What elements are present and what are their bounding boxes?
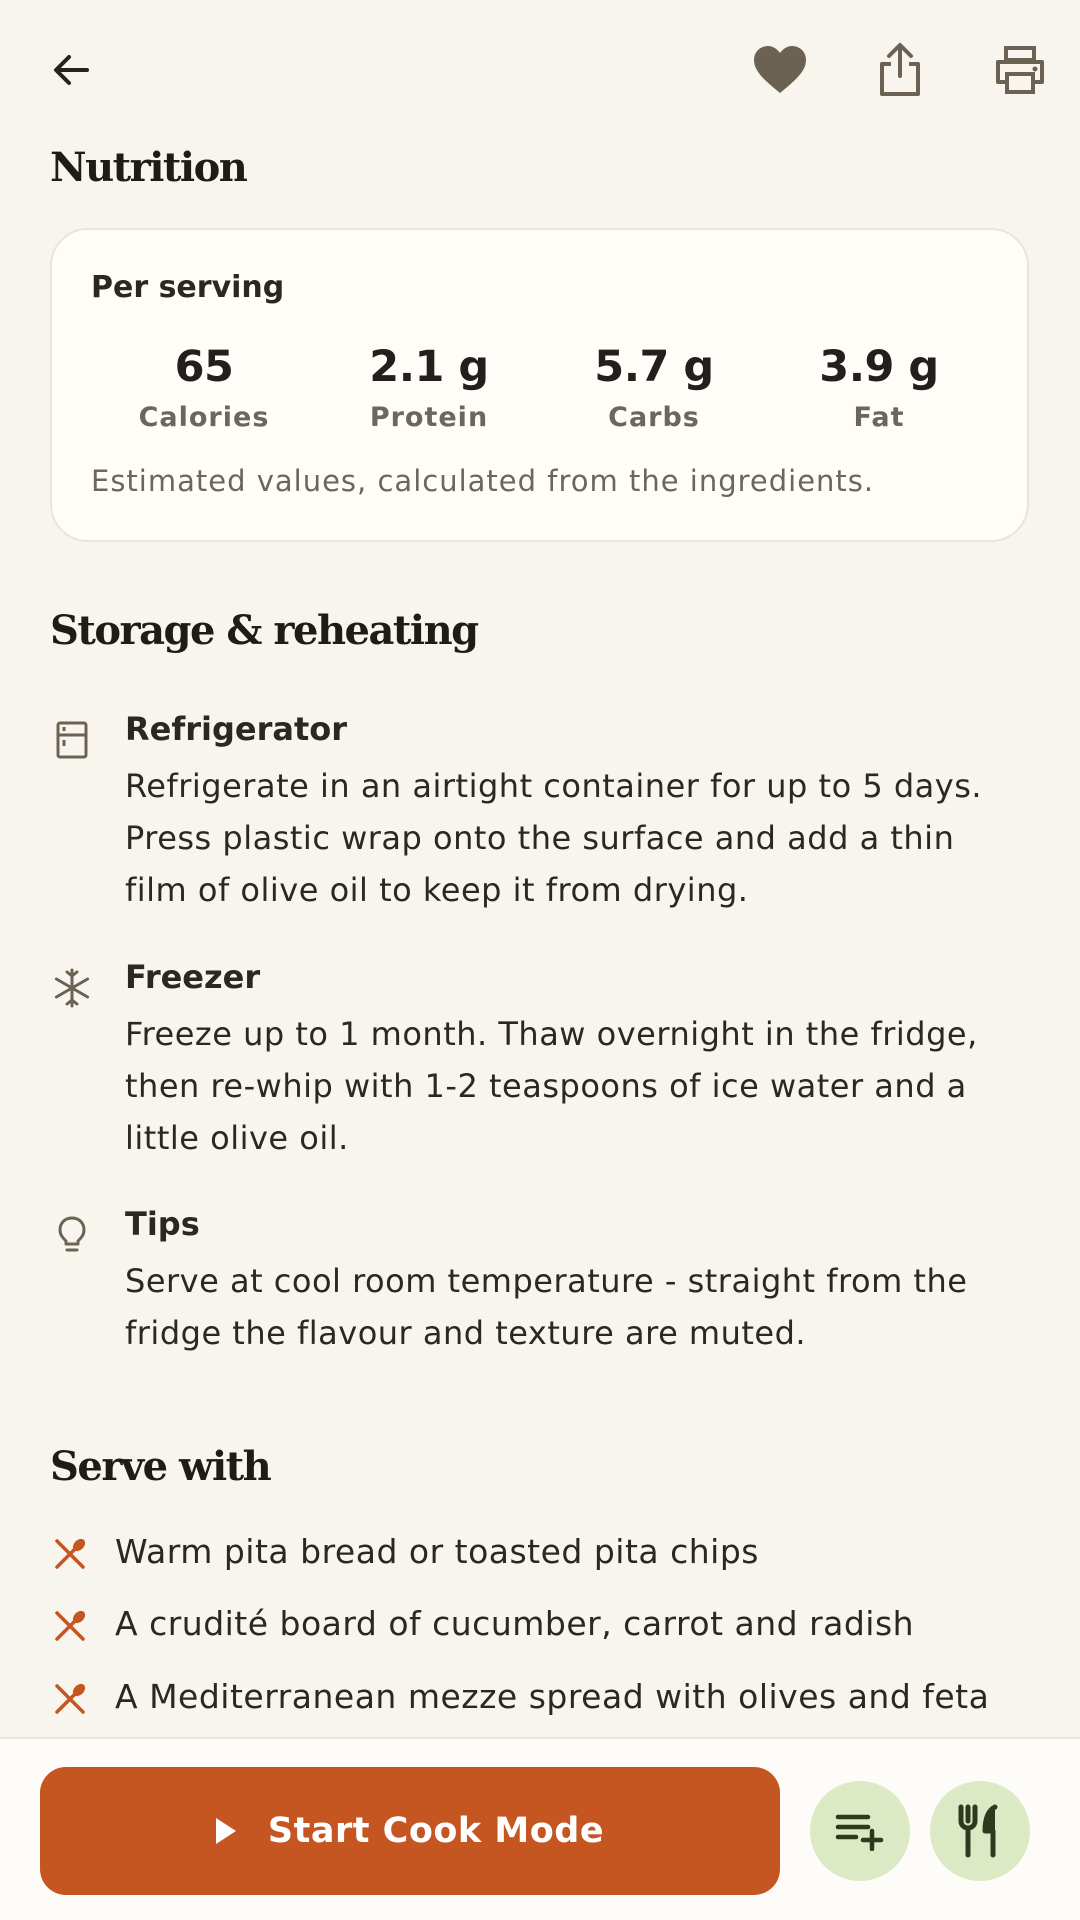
storage-text-line: Refrigerate in an airtight container for… [125, 767, 983, 805]
storage-item-text: Refrigerate in an airtight container for… [125, 760, 1025, 916]
storage-item-title: Refrigerator [125, 710, 348, 748]
storage-item-title: Freezer [125, 958, 261, 996]
serve-with-item: Warm pita bread or toasted pita chips [0, 1532, 1080, 1592]
storage-text-line: Serve at cool room temperature - straigh… [125, 1262, 968, 1300]
arrow-left-icon [54, 55, 89, 85]
storage-text-line: Freeze up to 1 month. Thaw overnight in … [125, 1015, 978, 1053]
recipe-detail-page: Nutrition Per serving 65 Calories 2.1 g … [0, 0, 1080, 1920]
nutrition-protein: 2.1 g Protein [319, 342, 539, 433]
storage-text-line: fridge the flavour and texture are muted… [125, 1314, 807, 1352]
fork-knife-icon [55, 1610, 86, 1641]
nutrition-label: Carbs [608, 402, 700, 433]
nutrition-label: Calories [138, 402, 270, 433]
per-serving-label: Per serving [91, 270, 285, 305]
share-icon [880, 43, 920, 96]
top-toolbar [0, 0, 1080, 140]
favorite-button[interactable] [742, 32, 818, 108]
nutrition-value: 3.9 g [819, 342, 939, 392]
bottom-action-bar: Start Cook Mode [0, 1737, 1080, 1920]
nutrition-value: 2.1 g [369, 342, 489, 392]
utensils-button[interactable] [930, 1781, 1030, 1881]
printer-icon [996, 46, 1044, 94]
add-to-list-button[interactable] [810, 1781, 910, 1881]
share-button[interactable] [862, 32, 938, 108]
nutrition-note: Estimated values, calculated from the in… [91, 464, 875, 498]
nutrition-value: 65 [174, 342, 234, 392]
nutrition-fat: 3.9 g Fat [769, 342, 989, 433]
start-cook-mode-button[interactable]: Start Cook Mode [40, 1767, 780, 1895]
play-icon [215, 1818, 236, 1844]
lightbulb-icon [58, 1216, 86, 1252]
serve-with-title: Serve with [50, 1443, 272, 1490]
fork-knife-icon [55, 1538, 86, 1569]
snowflake-icon [54, 968, 90, 1008]
storage-text-line: little olive oil. [125, 1119, 349, 1157]
nutrition-title: Nutrition [50, 144, 248, 191]
storage-item-text: Serve at cool room temperature - straigh… [125, 1255, 1025, 1359]
nutrition-carbs: 5.7 g Carbs [544, 342, 764, 433]
serve-with-text: A crudité board of cucumber, carrot and … [115, 1604, 915, 1643]
fork-knife-icon [55, 1683, 86, 1714]
storage-text-line: film of olive oil to keep it from drying… [125, 871, 749, 909]
storage-text-line: Press plastic wrap onto the surface and … [125, 819, 955, 857]
nutrition-card: Per serving 65 Calories 2.1 g Protein 5.… [50, 228, 1029, 542]
nutrition-calories: 65 Calories [94, 342, 314, 433]
serve-with-text: Warm pita bread or toasted pita chips [115, 1532, 759, 1571]
nutrition-label: Fat [853, 402, 905, 433]
serve-with-text: A Mediterranean mezze spread with olives… [115, 1677, 990, 1716]
refrigerator-icon [56, 721, 88, 759]
serve-with-item: A Mediterranean mezze spread with olives… [0, 1677, 1080, 1737]
storage-title: Storage & reheating [50, 607, 479, 654]
print-button[interactable] [982, 32, 1058, 108]
serve-with-item: A crudité board of cucumber, carrot and … [0, 1604, 1080, 1664]
storage-item-title: Tips [125, 1205, 200, 1243]
heart-icon [754, 46, 806, 93]
playlist-add-icon [835, 1814, 884, 1851]
utensils-icon [958, 1804, 998, 1858]
back-button[interactable] [33, 32, 109, 108]
nutrition-label: Protein [369, 402, 489, 433]
storage-item-text: Freeze up to 1 month. Thaw overnight in … [125, 1008, 1025, 1164]
start-cook-mode-label: Start Cook Mode [267, 1811, 605, 1851]
storage-text-line: then re-whip with 1-2 teaspoons of ice w… [125, 1067, 967, 1105]
nutrition-value: 5.7 g [594, 342, 714, 392]
